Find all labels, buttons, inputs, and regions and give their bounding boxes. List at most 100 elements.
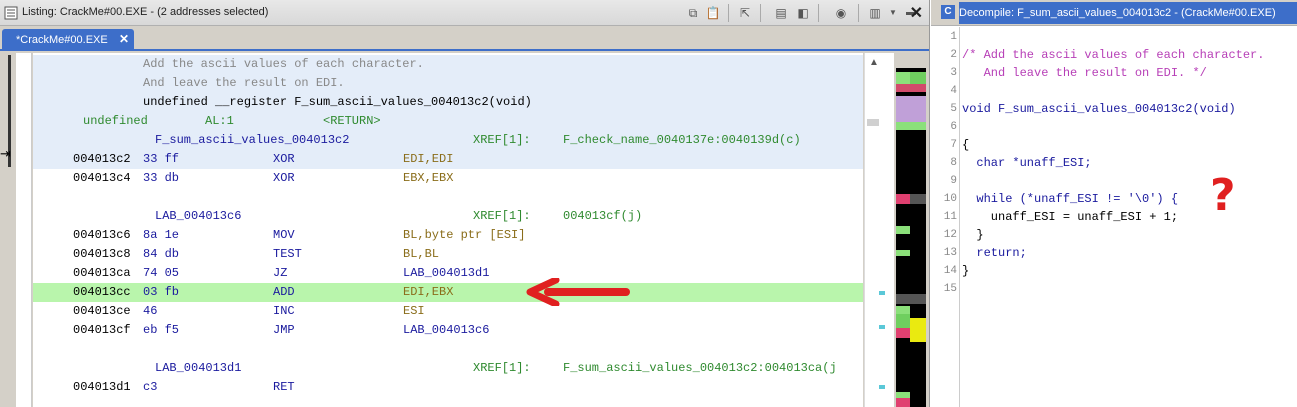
cursor-select-icon[interactable]: ⇱ xyxy=(736,4,754,22)
listing-row[interactable]: 004013ca 74 05 JZ LAB_004013d1 xyxy=(33,264,863,283)
listing-body[interactable]: Add the ascii values of each character. A… xyxy=(33,53,863,407)
cursor-arrow-icon: ⇥ xyxy=(0,147,11,162)
instruction-mnemonic: XOR xyxy=(273,152,295,166)
instruction-bytes: 74 05 xyxy=(143,266,180,280)
decompile-code: And leave the result on EDI. */ xyxy=(962,66,1207,80)
listing-row[interactable] xyxy=(33,340,863,359)
toolbar-separator xyxy=(858,4,859,22)
instruction-address: 004013c4 xyxy=(73,171,131,185)
instruction-operands: BL,BL xyxy=(403,247,440,261)
decompile-code: { xyxy=(962,138,970,152)
instruction-bytes: 03 fb xyxy=(143,285,180,299)
decompile-icon: C xyxy=(941,5,955,19)
instruction-mnemonic: JZ xyxy=(273,266,288,280)
instruction-mnemonic: RET xyxy=(273,380,295,394)
chevron-down-icon[interactable]: ▼ xyxy=(884,4,902,22)
decompile-line[interactable]: 10 while (*unaff_ESI != '\0') { xyxy=(931,190,1297,208)
close-icon[interactable]: ✕ xyxy=(910,3,923,23)
listing-row[interactable] xyxy=(33,188,863,207)
toolbar-separator xyxy=(818,4,819,22)
listing-row[interactable]: 004013d1 c3 RET xyxy=(33,378,863,397)
instruction-operands: ESI xyxy=(403,304,425,318)
instruction-operands: BL,byte ptr [ESI] xyxy=(403,228,526,242)
code-label: LAB_004013d1 xyxy=(155,361,242,375)
line-number: 8 xyxy=(950,157,957,169)
instruction-bytes: eb f5 xyxy=(143,323,180,337)
decompile-window: C Decompile: F_sum_ascii_values_004013c2… xyxy=(931,0,1297,407)
decompile-line[interactable]: 6 xyxy=(931,118,1297,136)
decompile-line[interactable]: 4 xyxy=(931,82,1297,100)
line-number: 5 xyxy=(950,103,957,115)
decompile-line[interactable]: 5 void F_sum_ascii_values_004013c2(void) xyxy=(931,100,1297,118)
listing-title: Listing: CrackMe#00.EXE - (2 addresses s… xyxy=(22,6,269,18)
listing-titlebar: Listing: CrackMe#00.EXE - (2 addresses s… xyxy=(0,0,929,26)
field-edit-icon[interactable]: ▤ xyxy=(772,4,790,22)
function-signature: undefined __register F_sum_ascii_values_… xyxy=(143,95,532,109)
marker-tick xyxy=(879,325,885,329)
decompile-code: } xyxy=(962,264,970,278)
decompile-line[interactable]: 13 return; xyxy=(931,244,1297,262)
instruction-mnemonic: MOV xyxy=(273,228,295,242)
decompile-code: void F_sum_ascii_values_004013c2(void) xyxy=(962,102,1236,116)
line-number: 1 xyxy=(950,31,957,43)
decompile-line[interactable]: 9 xyxy=(931,172,1297,190)
line-number: 15 xyxy=(943,283,957,295)
line-number: 9 xyxy=(950,175,957,187)
instruction-bytes: c3 xyxy=(143,380,158,394)
listing-row[interactable]: 004013ce 46 INC ESI xyxy=(33,302,863,321)
line-number: 12 xyxy=(943,229,957,241)
copy-icon[interactable]: ⧉ xyxy=(684,4,702,22)
scroll-thumb[interactable] xyxy=(867,119,879,126)
decompile-body[interactable]: 1 2/* Add the ascii values of each charac… xyxy=(931,27,1297,407)
listing-marker-margin[interactable]: ▲ xyxy=(864,53,894,407)
layout-menu-icon[interactable]: ▥ xyxy=(866,4,884,22)
instruction-operands: EBX,EBX xyxy=(403,171,454,185)
listing-row[interactable]: 004013cf eb f5 JMP LAB_004013c6 xyxy=(33,321,863,340)
line-number: 3 xyxy=(950,67,957,79)
snapshot-icon[interactable]: ◉ xyxy=(832,4,850,22)
xref-target: F_check_name_0040137e:0040139d(c) xyxy=(563,133,801,147)
listing-row[interactable]: undefined __register F_sum_ascii_values_… xyxy=(33,93,863,112)
listing-row[interactable]: 004013cc 03 fb ADD EDI,EBX xyxy=(33,283,863,302)
listing-row[interactable]: F_sum_ascii_values_004013c2 XREF[1]: F_che… xyxy=(33,131,863,150)
decompile-line[interactable]: 8 char *unaff_ESI; xyxy=(931,154,1297,172)
decompile-line[interactable]: 2 /* Add the ascii values of each charact… xyxy=(931,46,1297,64)
listing-row[interactable]: LAB_004013c6 XREF[1]: 004013cf(j) xyxy=(33,207,863,226)
decompile-line[interactable]: 7{ xyxy=(931,136,1297,154)
listing-icon xyxy=(4,6,18,20)
listing-row[interactable]: 004013c8 84 db TEST BL,BL xyxy=(33,245,863,264)
instruction-operands: EDI,EDI xyxy=(403,152,454,166)
decompile-line[interactable]: 3 And leave the result on EDI. */ xyxy=(931,64,1297,82)
decompile-line[interactable]: 1 xyxy=(931,28,1297,46)
decompile-line[interactable]: 14} xyxy=(931,262,1297,280)
instruction-mnemonic: ADD xyxy=(273,285,295,299)
listing-row[interactable]: LAB_004013d1 XREF[1]: F_sum_ascii_values_0… xyxy=(33,359,863,378)
marker-tick xyxy=(879,291,885,295)
diff-view-icon[interactable]: ◧ xyxy=(794,4,812,22)
listing-row[interactable]: undefined AL:1 <RETURN> xyxy=(33,112,863,131)
paste-icon[interactable]: 📋 xyxy=(704,4,722,22)
decompile-line[interactable]: 11 unaff_ESI = unaff_ESI + 1; xyxy=(931,208,1297,226)
overview-bar[interactable] xyxy=(896,68,926,407)
listing-row[interactable]: And leave the result on EDI. xyxy=(33,74,863,93)
instruction-mnemonic: JMP xyxy=(273,323,295,337)
instruction-address: 004013ce xyxy=(73,304,131,318)
instruction-mnemonic: INC xyxy=(273,304,295,318)
listing-row[interactable]: 004013c6 8a 1e MOV BL,byte ptr [ESI] xyxy=(33,226,863,245)
xref-header: XREF[1]: xyxy=(473,133,531,147)
listing-gutter xyxy=(16,53,32,407)
listing-row[interactable]: 004013c2 33 ff XOR EDI,EDI xyxy=(33,150,863,169)
instruction-bytes: 46 xyxy=(143,304,158,318)
instruction-address: 004013ca xyxy=(73,266,131,280)
listing-tab-strip: *CrackMe#00.EXE ✕ xyxy=(0,27,929,51)
decompile-line[interactable]: 12 } xyxy=(931,226,1297,244)
decompile-line[interactable]: 15 xyxy=(931,280,1297,298)
listing-row[interactable]: Add the ascii values of each character. xyxy=(33,55,863,74)
tab-crackme[interactable]: *CrackMe#00.EXE ✕ xyxy=(2,29,134,51)
line-number: 2 xyxy=(950,49,957,61)
scroll-up-icon[interactable]: ▲ xyxy=(869,57,879,68)
xref-header: XREF[1]: xyxy=(473,209,531,223)
xref-header: XREF[1]: xyxy=(473,361,531,375)
listing-row[interactable]: 004013c4 33 db XOR EBX,EBX xyxy=(33,169,863,188)
tab-close-icon[interactable]: ✕ xyxy=(119,32,129,46)
